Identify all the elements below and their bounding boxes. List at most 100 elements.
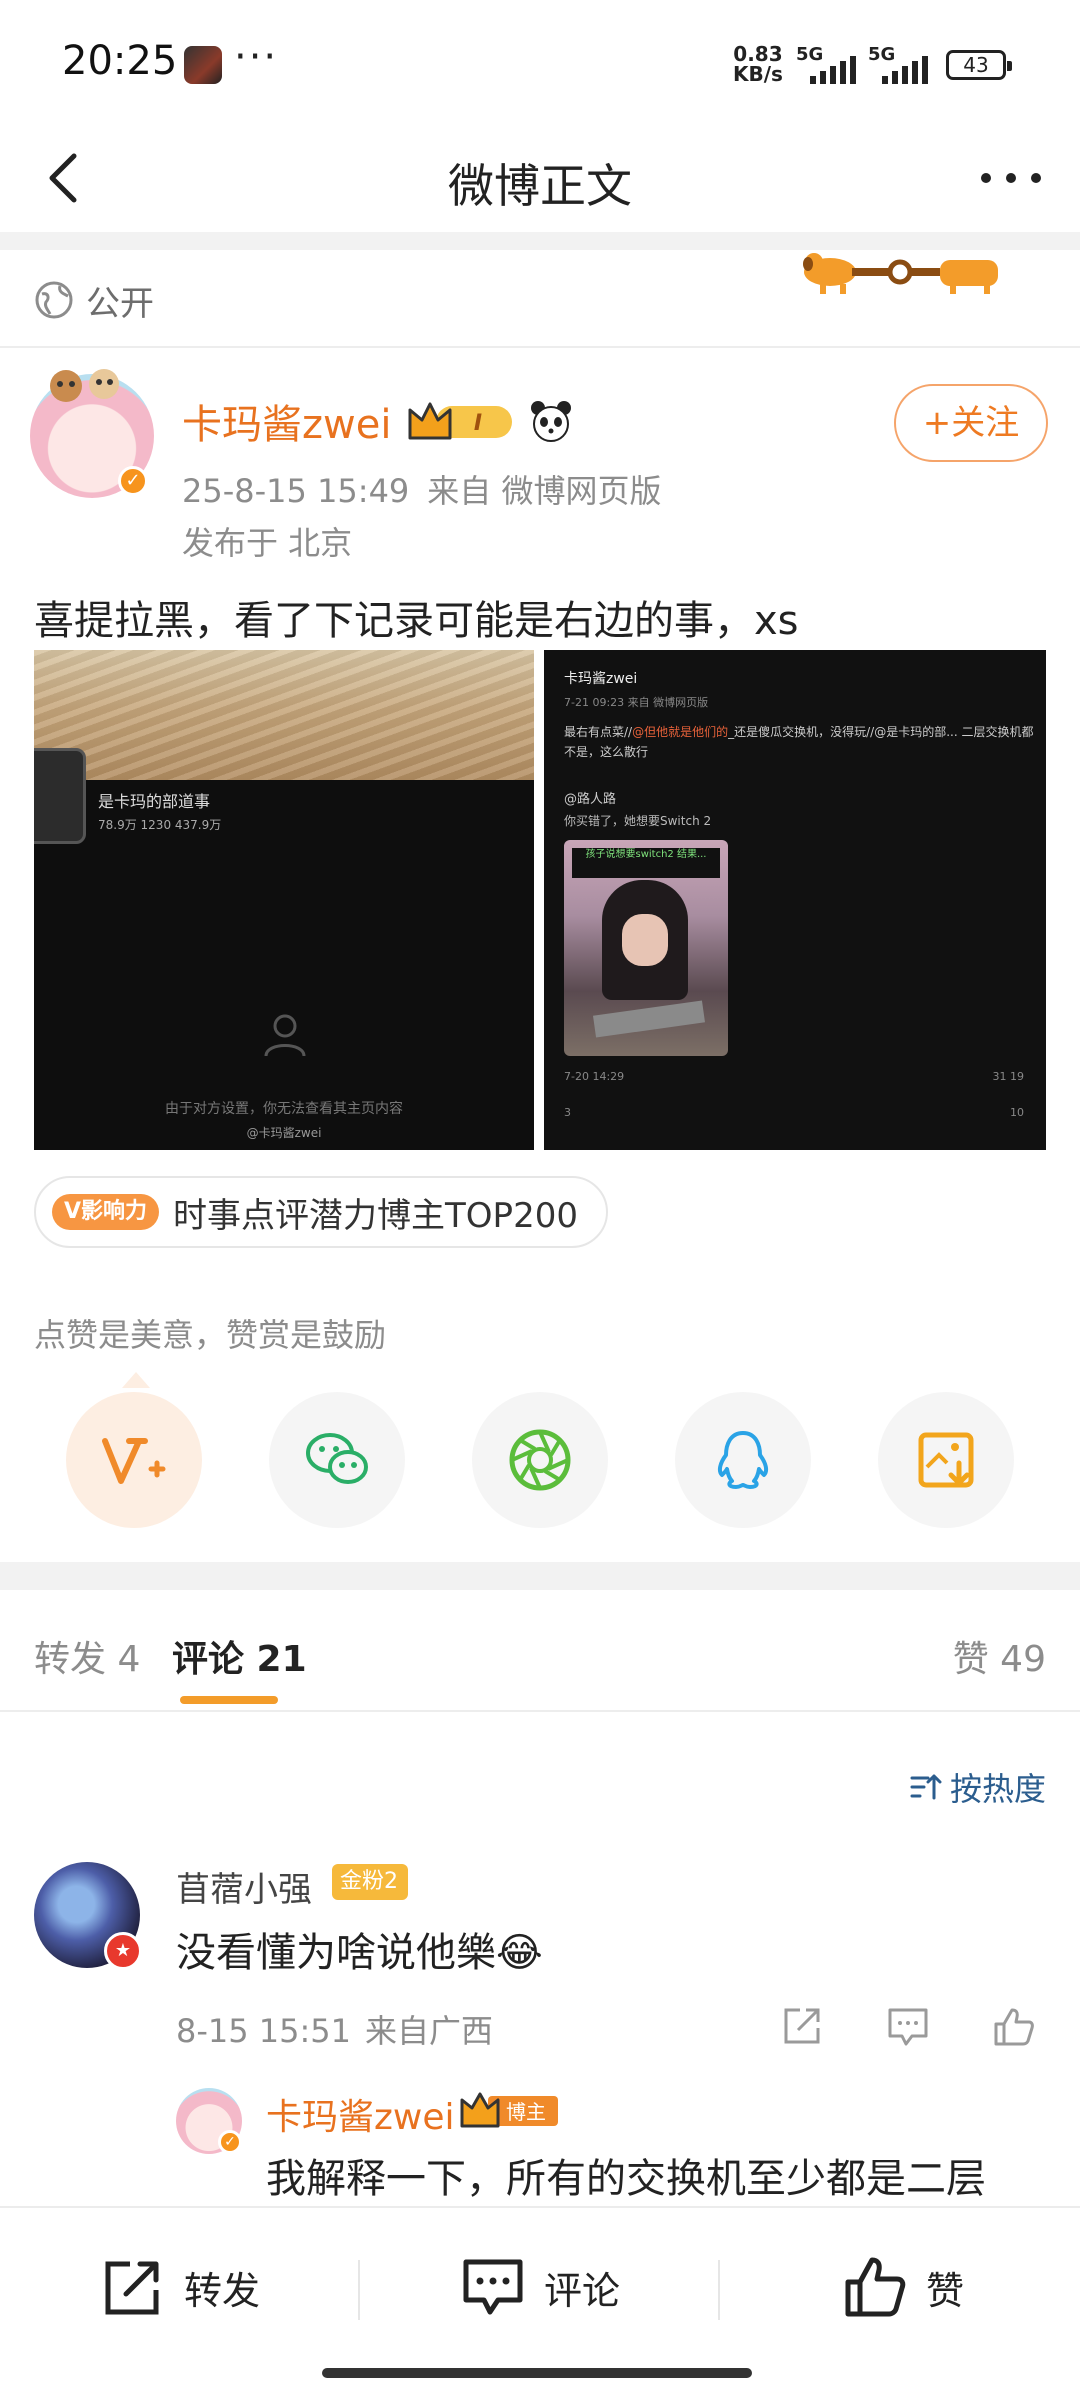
post-time: 25-8-15 15:49	[182, 472, 410, 510]
image2-header: 卡玛酱zwei	[564, 671, 638, 687]
commenter-badge-icon: ★	[104, 1932, 142, 1970]
moments-aperture-icon	[509, 1429, 571, 1491]
comment-reply-icon[interactable]	[886, 2004, 930, 2048]
post-source: 来自 微博网页版	[427, 472, 662, 510]
separator	[718, 2260, 720, 2320]
home-indicator[interactable]	[322, 2368, 752, 2378]
comment-button[interactable]: 评论	[460, 2252, 620, 2322]
comment-text: 没看懂为啥说他樂😂	[176, 1930, 543, 1976]
comment-meta: 8-15 15:51 来自广西	[176, 2006, 493, 2052]
signal-2-icon: 5G	[868, 44, 928, 84]
signal-1-icon: 5G	[796, 44, 856, 84]
thumbs-up-icon	[845, 2257, 906, 2317]
page-title: 微博正文	[448, 159, 632, 213]
tab-likes[interactable]: 赞 49	[953, 1630, 1046, 1682]
post-text: 喜提拉黑，看了下记录可能是右边的事，xs	[34, 598, 799, 644]
comment-time: 8-15 15:51	[176, 2012, 352, 2050]
blogger-badge-text: 博主	[506, 2100, 546, 2124]
v-plus-icon	[102, 1438, 166, 1484]
image2-footer: 7-20 14:29 31 19	[564, 1070, 1024, 1083]
influence-text: 时事点评潜力博主TOP200	[173, 1195, 578, 1236]
image2-quote-text: 你买错了，她想要Switch 2	[564, 814, 712, 828]
sort-icon	[910, 1774, 942, 1800]
post-location: 发布于 北京	[182, 524, 353, 562]
reply-author-name[interactable]: 卡玛酱zwei	[266, 2088, 455, 2140]
gold-fan-badge: 金粉2	[332, 1864, 408, 1900]
user-outline-icon	[264, 1014, 306, 1057]
comment-source: 来自广西	[365, 2012, 494, 2050]
section-separator	[0, 1562, 1080, 1590]
comment-label: 评论	[544, 2268, 621, 2313]
share-moments-button[interactable]	[472, 1392, 608, 1528]
network-speed-unit: KB/s	[733, 62, 783, 86]
tip-arrow	[122, 1372, 150, 1388]
image2-photo: 孩子说想要switch2 结果...	[564, 840, 728, 1056]
globe-icon	[35, 281, 73, 319]
nav-bar: 微博正文	[0, 130, 1080, 230]
repost-button[interactable]: 转发	[100, 2252, 260, 2322]
image2-sub: 7-21 09:23 来自 微博网页版	[564, 696, 709, 709]
follow-button[interactable]: +关注	[894, 384, 1048, 462]
reward-button[interactable]	[66, 1392, 202, 1528]
post-image-2[interactable]: 卡玛酱zwei 7-21 09:23 来自 微博网页版 最右有点菜//@但他就是…	[544, 650, 1046, 1150]
share-qq-button[interactable]	[675, 1392, 811, 1528]
status-time: 20:25	[62, 38, 178, 84]
separator	[358, 2260, 360, 2320]
qq-penguin-icon	[717, 1431, 769, 1489]
reply-text: 我解释一下，所有的交换机至少都是二层	[266, 2156, 986, 2202]
image2-body: 最右有点菜//@但他就是他们的_还是傻瓜交换机，没得玩//@是卡玛的部... 二…	[564, 725, 1034, 759]
more-notifications-icon: ···	[234, 34, 279, 80]
author-name[interactable]: 卡玛酱zwei	[182, 392, 391, 450]
tab-repost[interactable]: 转发 4	[34, 1630, 140, 1682]
author-avatar[interactable]: ✓	[30, 369, 154, 498]
comment-share-icon[interactable]	[780, 2004, 824, 2048]
like-hint: 点赞是美意，赞赏是鼓励	[34, 1316, 387, 1354]
share-wechat-button[interactable]	[269, 1392, 405, 1528]
section-separator	[0, 232, 1080, 250]
verified-badge-icon: ✓	[218, 2130, 242, 2154]
level-badge-text: I	[474, 411, 482, 436]
influence-tag[interactable]: V影响力 时事点评潜力博主TOP200	[34, 1176, 608, 1248]
post-meta: 25-8-15 15:49 来自 微博网页版	[182, 466, 661, 512]
comment-icon	[463, 2259, 523, 2315]
privacy-label: 公开	[86, 283, 154, 324]
like-button[interactable]: 赞	[842, 2252, 964, 2322]
more-options-icon[interactable]	[976, 158, 1046, 198]
like-label: 赞	[926, 2268, 965, 2313]
image1-profile-name: 是卡玛的部道事	[98, 792, 211, 811]
image1-watermark: @卡玛酱zwei	[246, 1126, 322, 1140]
commenter-avatar[interactable]: ★	[34, 1862, 142, 1970]
influence-badge: V影响力	[52, 1194, 160, 1230]
sort-label: 按热度	[949, 1770, 1046, 1808]
repost-icon	[105, 2261, 159, 2315]
tab-comment[interactable]: 评论 21	[172, 1630, 307, 1682]
sort-by-hot-button[interactable]: 按热度	[908, 1764, 1046, 1810]
divider	[0, 1710, 1080, 1712]
animal-ears-icon	[50, 369, 119, 402]
blogger-badge-icon: 博主	[460, 2092, 558, 2128]
divider	[0, 346, 1080, 348]
battery-icon: 43	[946, 50, 1012, 80]
wechat-icon	[306, 1433, 368, 1484]
commenter-name[interactable]: 苜蓿小强	[176, 1862, 312, 1911]
dachshund-decoration-icon	[803, 253, 998, 294]
post-image-1[interactable]: 是卡玛的部道事 78.9万 1230 437.9万 由于对方设置，你无法查看其主…	[34, 650, 534, 1150]
app-notification-icon	[184, 46, 222, 84]
image2-footer-2: 3 10	[564, 1106, 1024, 1119]
comment-like-icon[interactable]	[992, 2004, 1036, 2048]
panda-icon	[531, 401, 571, 442]
active-tab-indicator	[180, 1696, 278, 1704]
image2-photo-caption: 孩子说想要switch2 结果...	[572, 848, 720, 878]
network-speed-value: 0.83	[733, 42, 783, 66]
repost-label: 转发	[184, 2268, 261, 2313]
image2-quote-user: @路人路	[564, 792, 617, 807]
member-crown-badge-icon: I	[408, 402, 512, 440]
network-speed: 0.83 KB/s	[733, 44, 783, 84]
save-image-icon	[918, 1432, 974, 1488]
privacy-indicator: 公开	[34, 272, 154, 328]
reply-author-avatar[interactable]: ✓	[176, 2088, 242, 2154]
status-bar: 20:25 ··· 0.83 KB/s 5G 5G 43	[0, 0, 1080, 130]
image1-blocked-text: 由于对方设置，你无法查看其主页内容	[165, 1101, 403, 1117]
verified-badge-icon: ✓	[118, 466, 148, 496]
save-image-button[interactable]	[878, 1392, 1014, 1528]
